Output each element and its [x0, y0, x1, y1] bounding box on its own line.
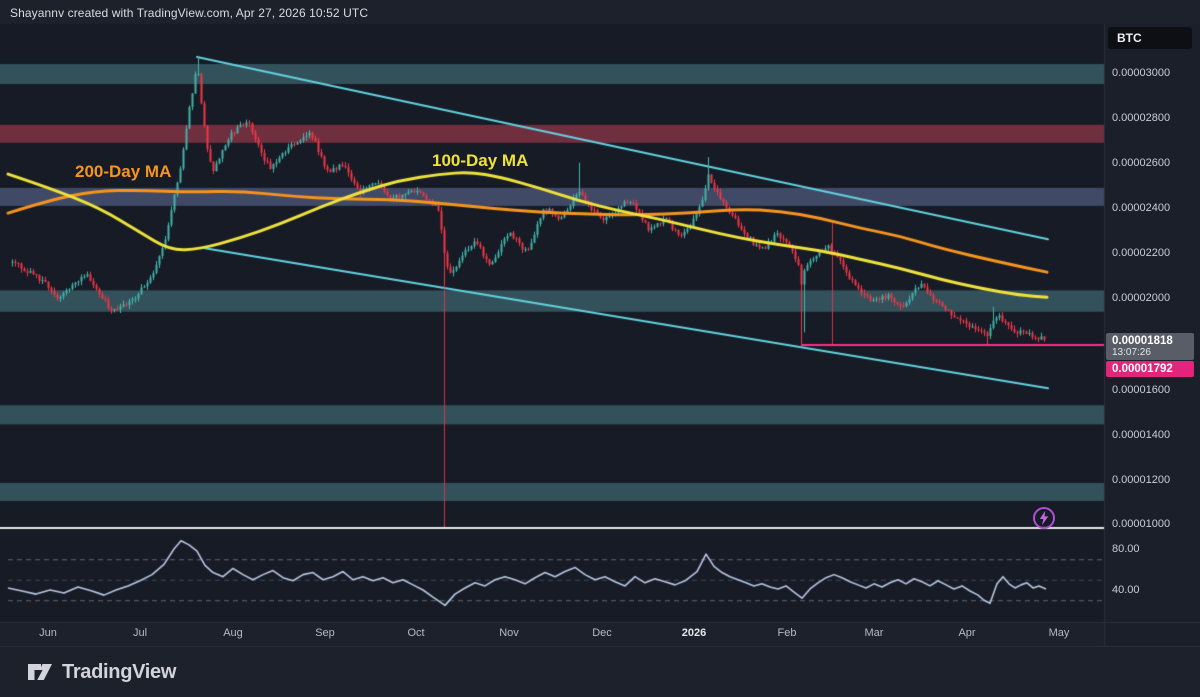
tradingview-logo-text: TradingView: [62, 661, 176, 684]
tradingview-logo[interactable]: TradingView: [26, 658, 176, 686]
tradingview-snapshot: Shayannv created with TradingView.com, A…: [0, 0, 1200, 697]
ma100-label: 100-Day MA: [432, 151, 528, 171]
chart-canvas[interactable]: [0, 0, 1200, 697]
rsi-axis-label: 40.00: [1112, 584, 1140, 596]
lightning-bolt-icon[interactable]: [1032, 506, 1056, 530]
price-axis-label: 0.00001000: [1112, 518, 1170, 530]
time-axis-label: Mar: [865, 627, 884, 639]
price-axis-label: 0.00001600: [1112, 384, 1170, 396]
time-axis-label: Feb: [778, 627, 797, 639]
price-axis-label: 0.00002000: [1112, 292, 1170, 304]
symbol-interval-box: BTC: [1108, 27, 1192, 49]
price-axis-label: 0.00002400: [1112, 202, 1170, 214]
time-axis-label: Nov: [499, 627, 519, 639]
price-axis-label: 0.00001200: [1112, 474, 1170, 486]
price-axis-label: 0.00002200: [1112, 247, 1170, 259]
time-axis-label: May: [1049, 627, 1070, 639]
time-axis-label: Jun: [39, 627, 57, 639]
time-axis-label: Aug: [223, 627, 243, 639]
ma200-label: 200-Day MA: [75, 162, 171, 182]
price-axis-label: 0.00002600: [1112, 157, 1170, 169]
time-axis-label: Oct: [407, 627, 424, 639]
bar-countdown: 13:07:26: [1112, 347, 1194, 358]
time-axis-label: 2026: [682, 627, 706, 639]
price-axis-label: 0.00003000: [1112, 67, 1170, 79]
time-axis-label: Jul: [133, 627, 147, 639]
time-axis-label: Apr: [958, 627, 975, 639]
last-price-value: 0.00001818: [1112, 335, 1194, 347]
time-axis-label: Dec: [592, 627, 612, 639]
tradingview-logo-icon: [26, 658, 54, 686]
alert-price-label: 0.00001792: [1106, 361, 1194, 377]
price-axis-label: 0.00001400: [1112, 429, 1170, 441]
price-axis-label: 0.00002800: [1112, 112, 1170, 124]
attribution-text: Shayannv created with TradingView.com, A…: [10, 6, 368, 20]
rsi-axis-label: 80.00: [1112, 543, 1140, 555]
symbol-quote-label: BTC: [1117, 31, 1142, 45]
last-price-label: 0.00001818 13:07:26: [1106, 333, 1194, 360]
time-axis-label: Sep: [315, 627, 335, 639]
